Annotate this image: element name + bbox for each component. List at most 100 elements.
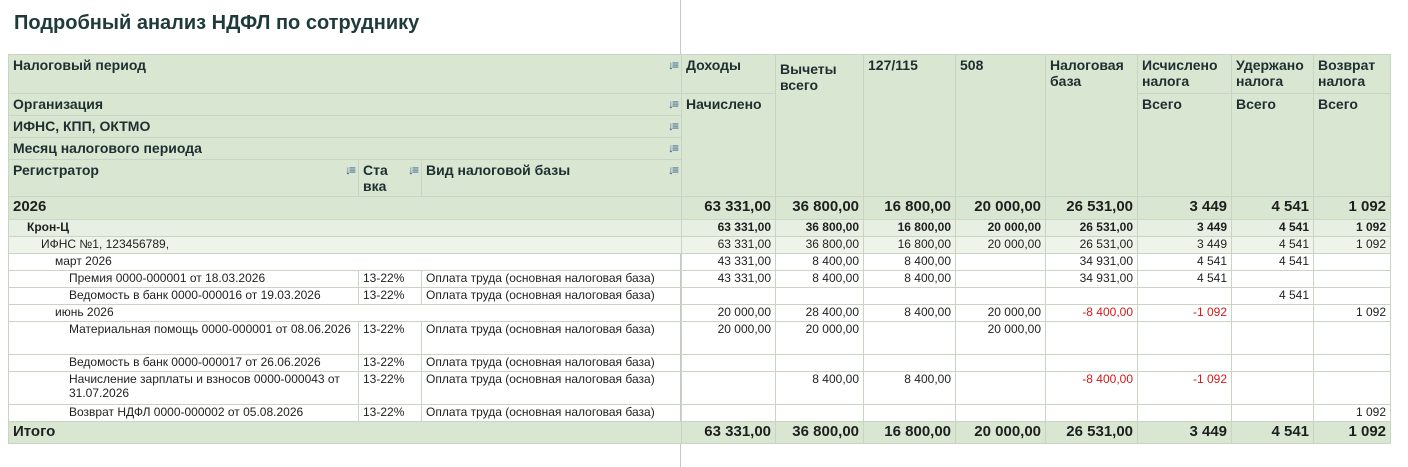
row-year[interactable]: 2026 63 331,00 36 800,00 16 800,00 20 00… [7, 196, 1392, 220]
header-registrar[interactable]: Регистратор ↓≡ [8, 159, 359, 197]
cell-calc: 4 541 [1137, 253, 1233, 271]
cell-refund [1313, 253, 1392, 271]
cell-rate: 13-22% [358, 270, 422, 288]
cell-base: 34 931,00 [1045, 270, 1139, 288]
cell-income: 43 331,00 [681, 253, 777, 271]
cell-withheld [1231, 354, 1315, 372]
cell-refund: 1 092 [1313, 421, 1392, 444]
sort-icon[interactable]: ↓≡ [668, 162, 679, 178]
header-month[interactable]: Месяц налогового периода ↓≡ [7, 137, 683, 160]
header-withheld[interactable]: Удержано налога [1231, 54, 1315, 94]
header-rate-line2: вка [363, 178, 387, 194]
cell-base-kind: Оплата труда (основная налоговая база) [420, 404, 683, 422]
cell-127 [863, 354, 957, 372]
cell-508: 20 000,00 [955, 421, 1047, 444]
header-month-label: Месяц налогового периода [13, 140, 202, 156]
cell-127 [863, 404, 957, 422]
cell-base [1045, 404, 1139, 422]
cell-base-kind: Оплата труда (основная налоговая база) [420, 321, 683, 355]
row-label: Итого [7, 421, 683, 444]
cell-income [681, 371, 777, 405]
cell-calc [1137, 287, 1233, 305]
header-refund[interactable]: Возврат налога [1313, 54, 1392, 94]
cell-127 [863, 287, 957, 305]
cell-refund: 1 092 [1313, 196, 1392, 220]
header-income[interactable]: Доходы [681, 54, 777, 94]
cell-508 [955, 371, 1047, 405]
cell-deductions: 8 400,00 [775, 371, 865, 405]
header-508[interactable]: 508 [955, 54, 1047, 197]
cell-deductions: 36 800,00 [775, 421, 865, 444]
header-127-115[interactable]: 127/115 [863, 54, 957, 197]
cell-base [1045, 321, 1139, 355]
row-document[interactable]: Начисление зарплаты и взносов 0000-00004… [8, 371, 1392, 405]
cell-base-kind: Оплата труда (основная налоговая база) [420, 270, 683, 288]
cell-calc: 3 449 [1137, 236, 1233, 254]
row-month[interactable]: март 2026 43 331,00 8 400,00 8 400,00 34… [7, 253, 1392, 271]
sort-icon[interactable]: ↓≡ [668, 96, 679, 112]
cell-refund [1313, 371, 1392, 405]
cell-income [681, 287, 777, 305]
row-document[interactable]: Премия 0000-000001 от 18.03.2026 13-22% … [8, 270, 1392, 288]
header-accrued[interactable]: Начислено [681, 93, 777, 197]
row-org[interactable]: Крон-Ц 63 331,00 36 800,00 16 800,00 20 … [7, 219, 1392, 237]
sort-icon[interactable]: ↓≡ [668, 140, 679, 156]
row-ifns[interactable]: ИФНС №1, 123456789, 63 331,00 36 800,00 … [7, 236, 1392, 254]
row-month[interactable]: июнь 2026 20 000,00 28 400,00 8 400,00 2… [7, 304, 1392, 322]
header-period[interactable]: Налоговый период ↓≡ [7, 54, 683, 94]
cell-deductions: 28 400,00 [775, 304, 865, 322]
cell-rate: 13-22% [358, 287, 422, 305]
header-refund-total[interactable]: Всего [1313, 93, 1392, 197]
cell-withheld [1231, 321, 1315, 355]
row-document[interactable]: Материальная помощь 0000-000001 от 08.06… [8, 321, 1392, 355]
cell-base: 26 531,00 [1045, 219, 1139, 237]
cell-deductions: 36 800,00 [775, 219, 865, 237]
cell-income: 20 000,00 [681, 304, 777, 322]
row-label: 2026 [7, 196, 683, 220]
row-total: Итого 63 331,00 36 800,00 16 800,00 20 0… [7, 421, 1392, 444]
cell-refund: 1 092 [1313, 304, 1392, 322]
header-base-kind[interactable]: Вид налоговой базы ↓≡ [420, 159, 683, 197]
cell-refund: 1 092 [1313, 404, 1392, 422]
cell-508: 20 000,00 [955, 219, 1047, 237]
header-rate[interactable]: ↓≡ Ста вка [358, 159, 422, 197]
header-calculated-total[interactable]: Всего [1137, 93, 1233, 197]
header-calculated[interactable]: Исчислено налога [1137, 54, 1233, 94]
cell-base: 26 531,00 [1045, 421, 1139, 444]
sort-icon[interactable]: ↓≡ [408, 162, 419, 178]
cell-base-kind: Оплата труда (основная налоговая база) [420, 354, 683, 372]
sort-icon[interactable]: ↓≡ [668, 118, 679, 134]
cell-deductions [775, 404, 865, 422]
cell-document: Ведомость в банк 0000-000016 от 19.03.20… [8, 287, 359, 305]
row-label: июнь 2026 [7, 304, 683, 322]
cell-deductions [775, 287, 865, 305]
cell-calc [1137, 354, 1233, 372]
cell-127: 8 400,00 [863, 270, 957, 288]
cell-deductions: 36 800,00 [775, 196, 865, 220]
sort-icon[interactable]: ↓≡ [668, 57, 679, 73]
cell-base: 26 531,00 [1045, 196, 1139, 220]
cell-508 [955, 287, 1047, 305]
header-tax-base[interactable]: Налоговая база [1045, 54, 1139, 197]
cell-base [1045, 287, 1139, 305]
cell-rate: 13-22% [358, 354, 422, 372]
cell-calc [1137, 404, 1233, 422]
cell-withheld: 4 541 [1231, 287, 1315, 305]
cell-calc: 4 541 [1137, 270, 1233, 288]
cell-withheld [1231, 270, 1315, 288]
row-document[interactable]: Возврат НДФЛ 0000-000002 от 05.08.2026 1… [8, 404, 1392, 422]
cell-withheld: 4 541 [1231, 253, 1315, 271]
row-document[interactable]: Ведомость в банк 0000-000017 от 26.06.20… [8, 354, 1392, 372]
cell-508 [955, 354, 1047, 372]
sort-icon[interactable]: ↓≡ [345, 162, 356, 178]
header-org[interactable]: Организация ↓≡ [7, 93, 683, 116]
header-org-label: Организация [13, 96, 104, 112]
cell-508: 20 000,00 [955, 304, 1047, 322]
cell-refund [1313, 321, 1392, 355]
header-ifns[interactable]: ИФНС, КПП, ОКТМО ↓≡ [7, 115, 683, 138]
header-withheld-total[interactable]: Всего [1231, 93, 1315, 197]
row-document[interactable]: Ведомость в банк 0000-000016 от 19.03.20… [8, 287, 1392, 305]
cell-income: 63 331,00 [681, 421, 777, 444]
header-deductions[interactable]: Вычеты всего [775, 54, 865, 197]
cell-calc: 3 449 [1137, 421, 1233, 444]
